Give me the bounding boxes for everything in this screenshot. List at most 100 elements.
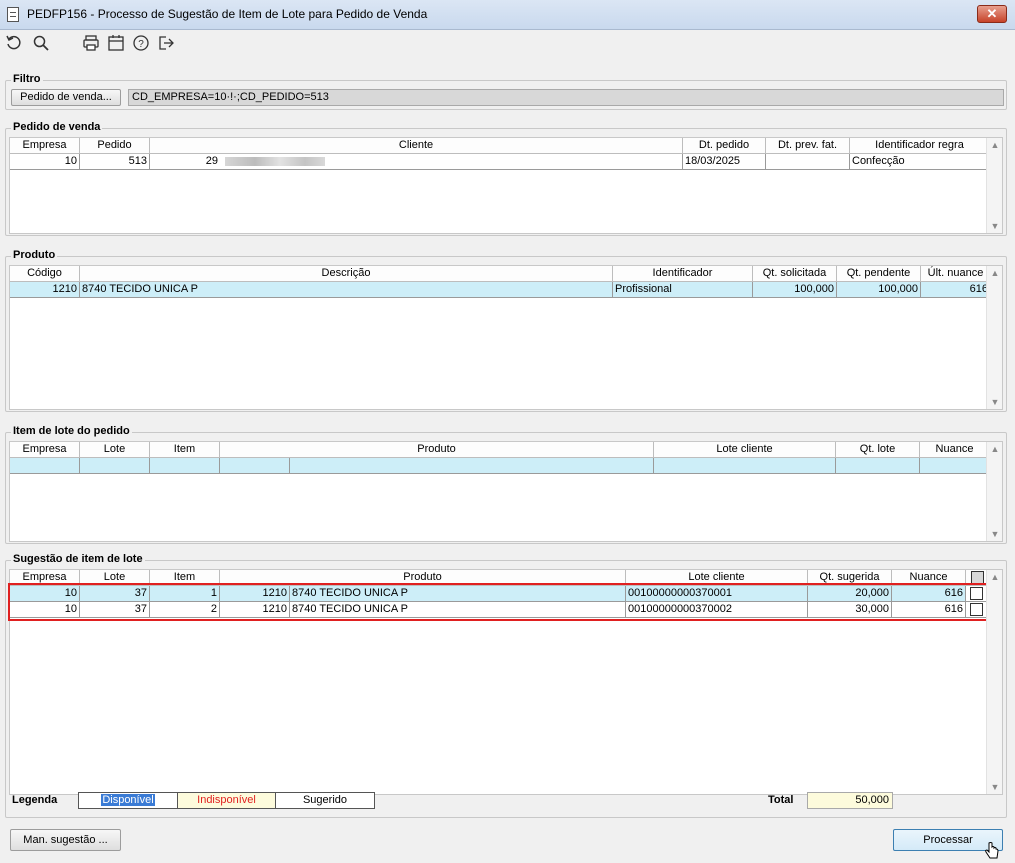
- table-row[interactable]: 1210 8740 TECIDO UNICA P Profissional 10…: [10, 282, 991, 298]
- scroll-down-icon[interactable]: ▼: [987, 527, 1003, 541]
- cell-empresa: 10: [10, 602, 80, 618]
- filtro-title: Filtro: [11, 73, 43, 85]
- col-nuance: Nuance: [892, 570, 966, 586]
- legenda-label: Legenda: [12, 794, 58, 806]
- legend-disponivel-text: Disponível: [101, 794, 155, 806]
- cell-empty: [80, 458, 150, 474]
- total-label: Total: [768, 794, 794, 806]
- print-icon[interactable]: [81, 34, 101, 54]
- cell-cliente: 29: [150, 154, 683, 170]
- filtro-field: CD_EMPRESA=10·!·;CD_PEDIDO=513: [128, 89, 1004, 106]
- item-lote-scrollbar[interactable]: ▲ ▼: [986, 442, 1002, 541]
- scroll-up-icon[interactable]: ▲: [987, 442, 1003, 456]
- cell-lote: 37: [80, 602, 150, 618]
- cell-produto-cod: 1210: [220, 602, 290, 618]
- cell-empty: [10, 458, 80, 474]
- row-checkbox[interactable]: [970, 603, 983, 616]
- cell-descricao: 8740 TECIDO UNICA P: [80, 282, 613, 298]
- cell-empty: [836, 458, 920, 474]
- pedido-group: Pedido de venda Empresa Pedido Cliente D…: [5, 121, 1007, 236]
- table-row[interactable]: [10, 458, 991, 474]
- table-row[interactable]: 10 513 29 18/03/2025 Confecção: [10, 154, 990, 170]
- col-item: Item: [150, 570, 220, 586]
- col-empresa: Empresa: [10, 442, 80, 458]
- svg-text:?: ?: [138, 39, 144, 50]
- search-icon[interactable]: [31, 34, 51, 54]
- cell-produto-desc: 8740 TECIDO UNICA P: [290, 602, 626, 618]
- table-row[interactable]: 10 37 2 1210 8740 TECIDO UNICA P 0010000…: [10, 602, 990, 618]
- window-title: PEDFP156 - Processo de Sugestão de Item …: [27, 7, 428, 21]
- col-pedido: Pedido: [80, 138, 150, 154]
- cell-empty: [654, 458, 836, 474]
- col-cliente: Cliente: [150, 138, 683, 154]
- col-empresa: Empresa: [10, 138, 80, 154]
- produto-group: Produto Código Descrição Identificador Q…: [5, 249, 1007, 412]
- pedido-scrollbar[interactable]: ▲ ▼: [986, 138, 1002, 233]
- cell-lote: 37: [80, 586, 150, 602]
- pedido-grid: Empresa Pedido Cliente Dt. pedido Dt. pr…: [9, 137, 1003, 234]
- cell-dt-pedido: 18/03/2025: [683, 154, 766, 170]
- scroll-down-icon[interactable]: ▼: [987, 219, 1003, 233]
- pedido-title: Pedido de venda: [11, 121, 103, 133]
- total-value: 50,000: [807, 792, 893, 809]
- legend-sugerido: Sugerido: [275, 792, 375, 809]
- cell-identificador: Profissional: [613, 282, 753, 298]
- cell-qt-solicitada: 100,000: [753, 282, 837, 298]
- calendar-icon[interactable]: [106, 34, 126, 54]
- sugestao-scrollbar[interactable]: ▲ ▼: [986, 570, 1002, 794]
- cell-lote-cliente: 00100000000370001: [626, 586, 808, 602]
- document-icon: [7, 7, 19, 22]
- scroll-up-icon[interactable]: ▲: [987, 138, 1003, 152]
- scroll-down-icon[interactable]: ▼: [987, 780, 1003, 794]
- filtro-group: Filtro Pedido de venda... CD_EMPRESA=10·…: [5, 73, 1007, 110]
- cell-produto-desc: 8740 TECIDO UNICA P: [290, 586, 626, 602]
- man-sugestao-button[interactable]: Man. sugestão ...: [10, 829, 121, 851]
- help-icon[interactable]: ?: [131, 34, 151, 54]
- cell-pedido: 513: [80, 154, 150, 170]
- col-produto: Produto: [220, 570, 626, 586]
- exit-icon[interactable]: [156, 34, 176, 54]
- sugestao-grid: Empresa Lote Item Produto Lote cliente Q…: [8, 569, 1003, 795]
- produto-grid: Código Descrição Identificador Qt. solic…: [9, 265, 1003, 410]
- col-dt-pedido: Dt. pedido: [683, 138, 766, 154]
- item-lote-title: Item de lote do pedido: [11, 425, 132, 437]
- pedido-venda-button[interactable]: Pedido de venda...: [11, 89, 121, 106]
- close-button[interactable]: ✕: [977, 5, 1007, 23]
- table-row[interactable]: 10 37 1 1210 8740 TECIDO UNICA P 0010000…: [10, 586, 990, 602]
- sugestao-group: Sugestão de item de lote Empresa Lote It…: [5, 553, 1007, 818]
- item-lote-grid: Empresa Lote Item Produto Lote cliente Q…: [9, 441, 1003, 542]
- item-lote-group: Item de lote do pedido Empresa Lote Item…: [5, 425, 1007, 544]
- sugestao-title: Sugestão de item de lote: [11, 553, 145, 565]
- redacted-client-name: [225, 156, 326, 166]
- col-descricao: Descrição: [80, 266, 613, 282]
- cell-codigo: 1210: [10, 282, 80, 298]
- cell-lote-cliente: 00100000000370002: [626, 602, 808, 618]
- col-qt-pendente: Qt. pendente: [837, 266, 921, 282]
- col-codigo: Código: [10, 266, 80, 282]
- produto-scrollbar[interactable]: ▲ ▼: [986, 266, 1002, 409]
- row-checkbox[interactable]: [970, 587, 983, 600]
- scroll-down-icon[interactable]: ▼: [987, 395, 1003, 409]
- col-lote: Lote: [80, 570, 150, 586]
- scroll-up-icon[interactable]: ▲: [987, 570, 1003, 584]
- toolbar: ?: [0, 30, 1015, 58]
- cell-dt-prev-fat: [766, 154, 850, 170]
- legend-disponivel: Disponível: [78, 792, 178, 809]
- produto-header: Código Descrição Identificador Qt. solic…: [10, 266, 991, 282]
- item-lote-header: Empresa Lote Item Produto Lote cliente Q…: [10, 442, 990, 458]
- cell-empty: [920, 458, 991, 474]
- cell-empresa: 10: [10, 586, 80, 602]
- cell-produto-cod: 1210: [220, 586, 290, 602]
- cell-item: 1: [150, 586, 220, 602]
- col-dt-prev-fat: Dt. prev. fat.: [766, 138, 850, 154]
- col-ult-nuance: Últ. nuance: [921, 266, 991, 282]
- cell-item: 2: [150, 602, 220, 618]
- col-lote-cliente: Lote cliente: [654, 442, 836, 458]
- col-item: Item: [150, 442, 220, 458]
- refresh-icon[interactable]: [4, 34, 24, 54]
- scroll-up-icon[interactable]: ▲: [987, 266, 1003, 280]
- cell-qt-sugerida: 30,000: [808, 602, 892, 618]
- hand-cursor-icon: [984, 842, 1000, 860]
- select-all-checkbox[interactable]: [971, 571, 984, 584]
- cell-empty: [220, 458, 290, 474]
